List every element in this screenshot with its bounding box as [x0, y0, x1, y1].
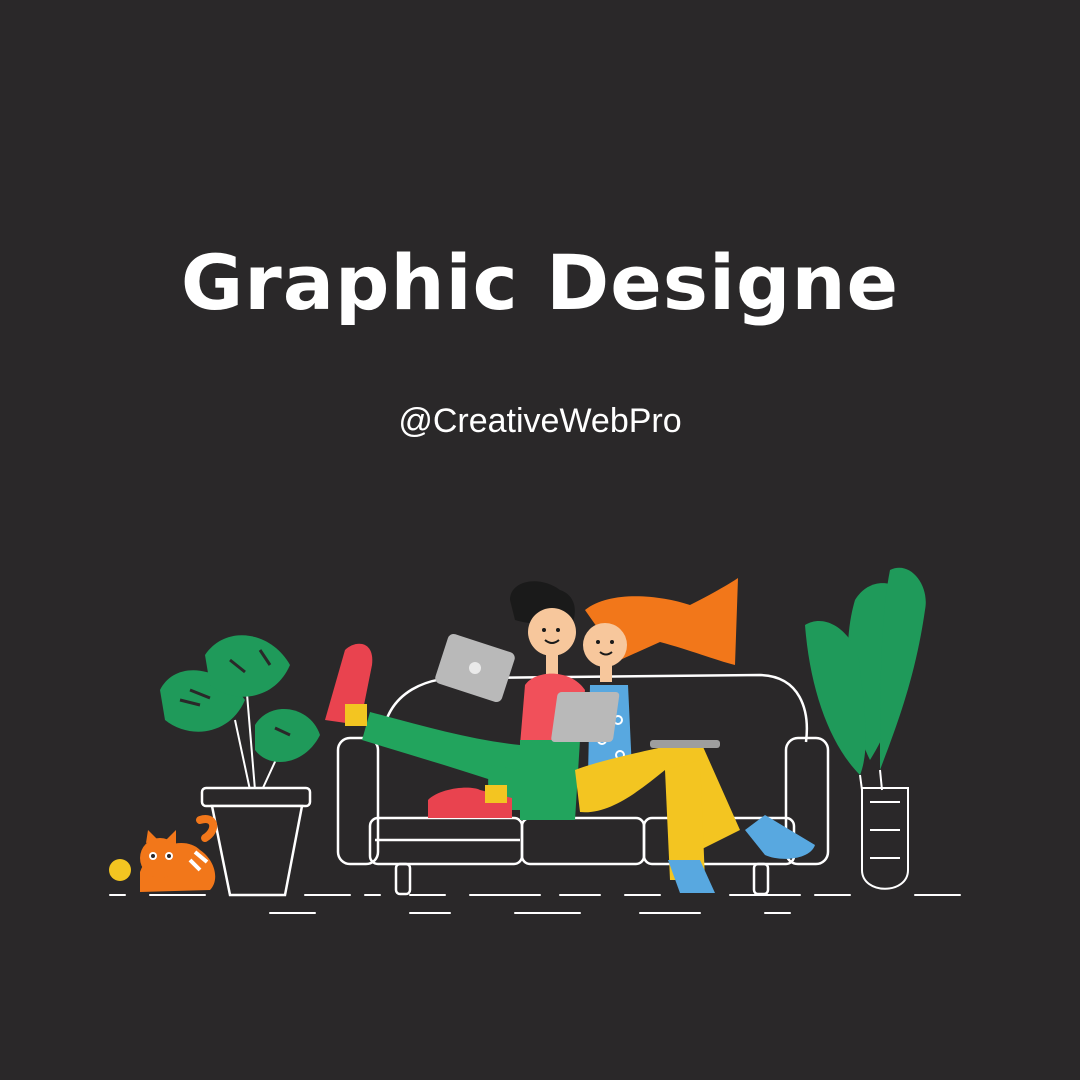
person-woman-icon: [551, 578, 815, 893]
tall-leaf-plant-icon: [805, 567, 926, 890]
couch-illustration: [109, 567, 961, 914]
floor-lines: [109, 894, 961, 914]
person-man-icon: [325, 581, 585, 820]
cat-icon: [109, 815, 218, 892]
